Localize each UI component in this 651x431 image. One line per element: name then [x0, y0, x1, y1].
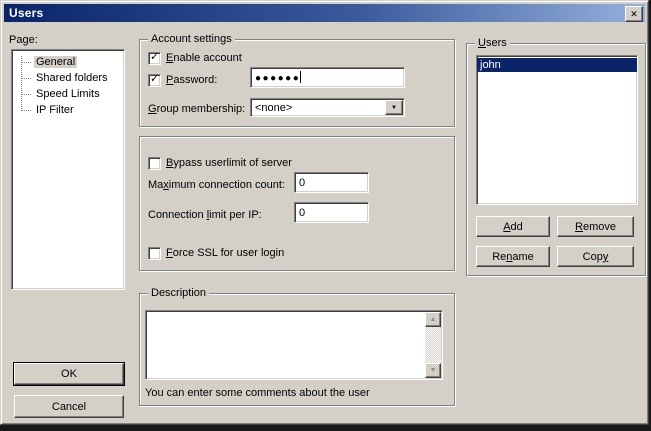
tree-item-label: IP Filter: [34, 104, 76, 116]
users-list[interactable]: john: [476, 55, 638, 205]
description-group: Description ▲ ▼ You can enter some comme…: [139, 293, 455, 406]
tree-item-general[interactable]: General: [12, 54, 124, 70]
description-title: Description: [148, 287, 209, 300]
force-ssl-label: Force SSL for user login: [166, 247, 284, 260]
add-user-button[interactable]: Add: [476, 216, 550, 237]
remove-user-button[interactable]: Remove: [557, 216, 634, 237]
password-value: ●●●●●●: [255, 73, 300, 84]
window-title: Users: [9, 6, 43, 20]
password-input[interactable]: ●●●●●●: [250, 67, 405, 88]
remove-button-label: Remove: [575, 221, 616, 233]
scroll-up-button[interactable]: ▲: [425, 312, 441, 327]
users-dialog: Users ✕ Page: General Shared folders Spe…: [0, 0, 649, 425]
description-scrollbar[interactable]: ▲ ▼: [425, 312, 441, 378]
tree-item-speed-limits[interactable]: Speed Limits: [12, 86, 124, 102]
add-button-label: Add: [503, 221, 523, 233]
max-connections-value: 0: [299, 177, 305, 189]
users-group-title: Users: [475, 37, 510, 50]
checkmark-icon: ✓: [150, 51, 159, 64]
rename-user-button[interactable]: Rename: [476, 246, 550, 267]
scroll-down-button[interactable]: ▼: [425, 363, 441, 378]
close-button[interactable]: ✕: [625, 6, 643, 22]
dropdown-button[interactable]: ▼: [385, 100, 403, 115]
rename-button-label: Rename: [492, 251, 534, 263]
checkmark-icon: ✓: [150, 73, 159, 86]
cancel-button[interactable]: Cancel: [14, 395, 124, 418]
ip-limit-label: Connection limit per IP:: [148, 209, 262, 222]
tree-item-ip-filter[interactable]: IP Filter: [12, 102, 124, 118]
enable-account-label: Enable account: [166, 52, 242, 65]
password-label: Password:: [166, 74, 217, 87]
group-membership-value: <none>: [255, 102, 292, 114]
bypass-userlimit-label: Bypass userlimit of server: [166, 157, 292, 170]
page-label: Page:: [9, 34, 38, 47]
ip-limit-value: 0: [299, 207, 305, 219]
tree-item-label: Speed Limits: [34, 88, 102, 100]
tree-item-shared-folders[interactable]: Shared folders: [12, 70, 124, 86]
scroll-up-icon: ▲: [430, 316, 437, 323]
bypass-userlimit-checkbox[interactable]: [148, 157, 161, 170]
description-textarea[interactable]: ▲ ▼: [145, 310, 443, 380]
force-ssl-checkbox[interactable]: [148, 247, 161, 260]
cancel-button-label: Cancel: [52, 401, 86, 413]
tree-item-label: General: [34, 56, 77, 68]
max-connections-input[interactable]: 0: [294, 172, 369, 193]
user-name: john: [480, 59, 501, 71]
chevron-down-icon: ▼: [391, 101, 397, 115]
tree-item-label: Shared folders: [34, 72, 110, 84]
max-connections-label: Maximum connection count:: [148, 179, 285, 192]
titlebar[interactable]: Users ✕: [4, 4, 645, 22]
copy-user-button[interactable]: Copy: [557, 246, 634, 267]
page-tree[interactable]: General Shared folders Speed Limits IP F…: [11, 49, 125, 290]
password-checkbox[interactable]: ✓: [148, 74, 161, 87]
user-list-item[interactable]: john: [477, 58, 637, 72]
text-caret: [300, 71, 301, 83]
limits-group: Bypass userlimit of server Maximum conne…: [139, 136, 455, 271]
ok-button-label: OK: [61, 368, 77, 380]
users-group: Users john Add Remove Rename Copy: [466, 43, 646, 276]
group-membership-select[interactable]: <none> ▼: [250, 98, 405, 117]
ok-button[interactable]: OK: [14, 363, 124, 385]
scroll-down-icon: ▼: [430, 367, 437, 374]
enable-account-checkbox[interactable]: ✓: [148, 52, 161, 65]
group-membership-label: Group membership:: [148, 103, 245, 116]
account-settings-group: Account settings ✓ Enable account ✓ Pass…: [139, 39, 455, 127]
close-icon: ✕: [630, 9, 638, 20]
account-settings-title: Account settings: [148, 33, 235, 46]
description-hint: You can enter some comments about the us…: [145, 387, 370, 399]
copy-button-label: Copy: [583, 251, 609, 263]
ip-limit-input[interactable]: 0: [294, 202, 369, 223]
